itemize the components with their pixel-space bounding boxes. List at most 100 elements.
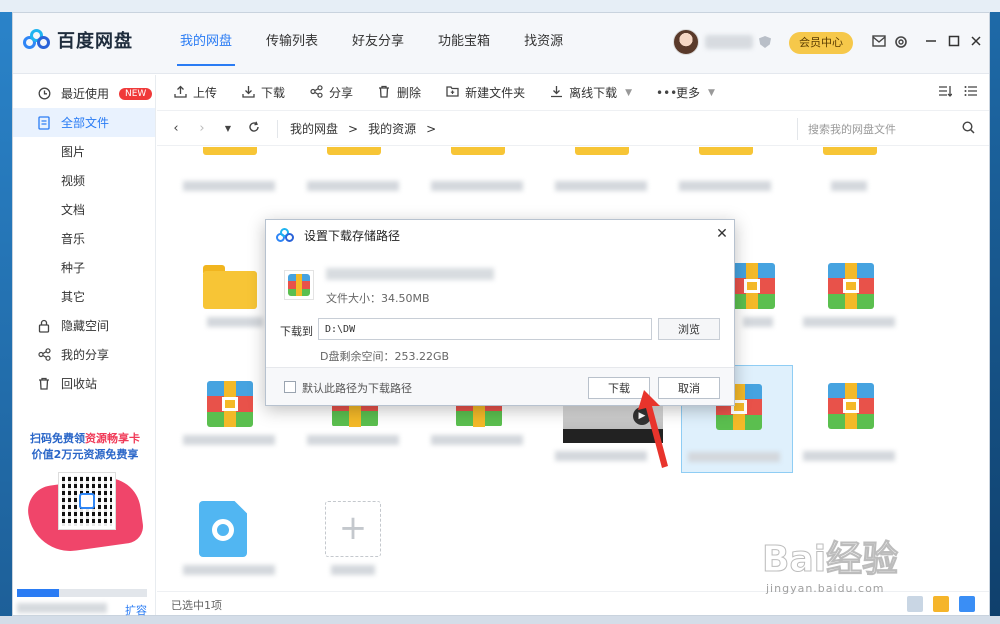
close-icon[interactable] [968,35,984,51]
chevron-down-icon: ▼ [708,87,715,98]
tab-transfer-list[interactable]: 传输列表 [249,13,335,74]
path-bar: ‹ › ▼ 我的网盘 > 我的资源 > [157,112,989,146]
share-icon [309,84,323,101]
more-button[interactable]: ••• 更多 ▼ [656,84,715,101]
gear-icon[interactable] [893,35,909,51]
sidebar-item-other[interactable]: 其它 [13,282,155,311]
history-dropdown-icon[interactable]: ▼ [221,124,235,133]
folder-item[interactable] [425,147,529,215]
tab-toolbox[interactable]: 功能宝箱 [421,13,507,74]
upload-arrow-icon[interactable] [933,596,949,612]
default-path-label[interactable]: 默认此路径为下载路径 [302,380,412,396]
refresh-icon[interactable] [247,121,261,137]
breadcrumb-my-disk[interactable]: 我的网盘 [290,120,338,137]
upload-icon [173,85,187,101]
lock-icon [37,319,51,333]
breadcrumb: 我的网盘 > 我的资源 > [277,119,446,138]
status-bar: 已选中1项 [157,591,989,615]
sidebar-item-recent[interactable]: 最近使用 NEW [13,79,155,108]
download-icon [241,85,255,101]
search-icon[interactable] [962,121,976,135]
avatar[interactable] [673,29,699,55]
sidebar-item-documents[interactable]: 文档 [13,195,155,224]
offline-download-button[interactable]: 离线下载 ▼ [549,84,632,101]
expand-storage-link[interactable]: 扩容 [125,602,147,618]
sidebar: 最近使用 NEW 全部文件 图片 视频 文档 音乐 种子 其它 隐藏空间 我的分… [13,75,156,618]
close-icon[interactable]: ✕ [714,226,730,242]
new-folder-icon [445,85,459,100]
app-logo: 百度网盘 [23,27,133,53]
trash-icon [37,377,51,391]
breadcrumb-my-resources[interactable]: 我的资源 [368,120,416,137]
clock-icon [37,87,51,101]
sidebar-item-recycle-bin[interactable]: 回收站 [13,369,155,398]
sidebar-item-hidden-space[interactable]: 隐藏空间 [13,311,155,340]
browse-button[interactable]: 浏览 [658,318,720,340]
sidebar-item-videos[interactable]: 视频 [13,166,155,195]
vip-center-button[interactable]: 会员中心 [789,32,853,54]
folder-item[interactable] [549,147,653,215]
username-blurred [705,35,753,49]
list-view-icon[interactable] [963,85,979,101]
mail-icon[interactable] [871,35,887,51]
view-options [927,85,979,101]
sidebar-item-torrents[interactable]: 种子 [13,253,155,282]
cloud-logo-icon [23,29,51,51]
default-path-checkbox[interactable] [284,381,296,393]
minimize-icon[interactable] [923,35,939,51]
desktop-top-edge [0,0,1000,12]
new-folder-button[interactable]: 新建文件夹 [445,84,525,101]
file-size: 文件大小：34.50MB [326,292,430,305]
promo-line-1: 扫码免费领资源畅享卡 [30,432,140,445]
promo-line-2: 价值2万元资源免费享 [31,448,139,461]
sidebar-item-music[interactable]: 音乐 [13,224,155,253]
storage-usage-bar [17,589,147,597]
tab-find-resources[interactable]: 找资源 [507,13,580,74]
upload-file-tile[interactable]: + [301,495,405,590]
folder-item[interactable] [301,147,405,215]
main-nav: 我的网盘 传输列表 好友分享 功能宝箱 找资源 [163,13,580,74]
trash-icon [377,85,391,101]
download-path-dialog: 设置下载存储路径 ✕ 文件大小：34.50MB 下载到 浏览 D盘剩余空间：25… [265,219,735,406]
sidebar-item-my-share[interactable]: 我的分享 [13,340,155,369]
upload-button[interactable]: 上传 [173,84,217,101]
app-name: 百度网盘 [57,31,133,52]
sidebar-item-all-files[interactable]: 全部文件 [13,108,155,137]
forward-icon[interactable]: › [195,121,209,136]
storage-text-blurred [17,603,107,613]
share-icon [37,347,51,362]
shield-icon [759,36,771,48]
download-button[interactable]: 下载 [241,84,285,101]
dialog-title: 设置下载存储路径 [304,228,401,243]
delete-button[interactable]: 删除 [377,84,421,101]
sidebar-item-label: 回收站 [61,377,98,391]
document-file-item[interactable] [177,495,281,590]
search-input[interactable] [808,120,958,138]
maximize-icon[interactable] [946,35,962,51]
sort-icon[interactable] [937,85,953,101]
plus-icon: + [325,501,381,557]
archive-file-item[interactable] [797,247,901,351]
ellipsis-icon: ••• [656,85,678,100]
folder-item[interactable] [797,147,901,215]
tab-my-disk[interactable]: 我的网盘 [163,13,249,74]
archive-file-item[interactable] [797,365,901,469]
tab-friend-share[interactable]: 好友分享 [335,13,421,74]
grid-icon[interactable] [907,596,923,612]
save-to-label: 下载到 [280,325,313,338]
file-name-blurred [326,268,494,280]
breadcrumb-separator: > [348,121,359,136]
folder-item[interactable] [673,147,777,215]
sidebar-item-images[interactable]: 图片 [13,137,155,166]
promo-banner[interactable]: 扫码免费领资源畅享卡 价值2万元资源免费享 [21,431,149,563]
storage-usage-fill [17,589,59,597]
share-button[interactable]: 分享 [309,84,353,101]
qr-logo-icon [79,493,95,509]
breadcrumb-separator: > [426,121,437,136]
title-bar: 百度网盘 我的网盘 传输列表 好友分享 功能宝箱 找资源 会员中心 [13,13,989,74]
folder-item[interactable] [177,147,281,215]
lock-icon[interactable] [959,596,975,612]
download-path-input[interactable] [318,318,652,340]
user-info[interactable] [673,29,771,55]
back-icon[interactable]: ‹ [169,121,183,136]
